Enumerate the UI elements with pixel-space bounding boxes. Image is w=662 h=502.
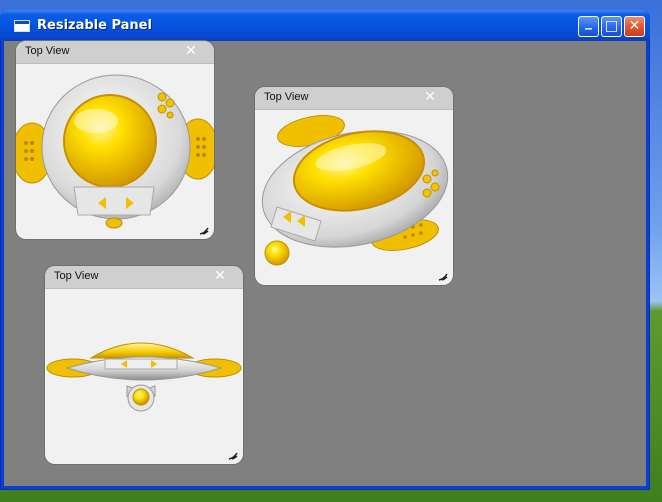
title-bar[interactable]: Resizable Panel _ □ ✕ (0, 10, 650, 41)
resize-grip-icon[interactable] (437, 271, 449, 281)
app-window: Resizable Panel _ □ ✕ Top View ✕ Top Vie… (0, 10, 650, 490)
minimize-icon: _ (585, 14, 592, 30)
panel-title: Top View (25, 45, 70, 57)
resize-grip-icon[interactable] (227, 450, 239, 460)
panel-title: Top View (264, 91, 309, 103)
panel-header[interactable]: Top View ✕ (16, 41, 214, 64)
panel-header[interactable]: Top View ✕ (45, 266, 243, 289)
panel-top-left[interactable]: Top View ✕ (16, 41, 214, 239)
maximize-button[interactable]: □ (601, 16, 622, 37)
minimize-button[interactable]: _ (578, 14, 599, 37)
panel-header[interactable]: Top View ✕ (255, 87, 453, 110)
panel-bottom-left[interactable]: Top View ✕ (45, 266, 243, 464)
close-icon: ✕ (628, 18, 641, 34)
resize-grip-icon[interactable] (198, 225, 210, 235)
maximize-icon: □ (604, 18, 619, 34)
gadget-image-side (45, 288, 243, 464)
close-button[interactable]: ✕ (624, 16, 645, 37)
gadget-image-angled (255, 109, 453, 285)
panel-close-icon[interactable]: ✕ (423, 89, 437, 105)
panel-close-icon[interactable]: ✕ (213, 268, 227, 284)
panel-close-icon[interactable]: ✕ (184, 43, 198, 59)
window-icon (14, 20, 30, 32)
gadget-image-front (16, 63, 214, 239)
window-title: Resizable Panel (37, 18, 152, 33)
panel-title: Top View (54, 270, 99, 282)
panel-top-right[interactable]: Top View ✕ (255, 87, 453, 285)
client-area: Top View ✕ Top View ✕ Top View ✕ (4, 41, 646, 486)
